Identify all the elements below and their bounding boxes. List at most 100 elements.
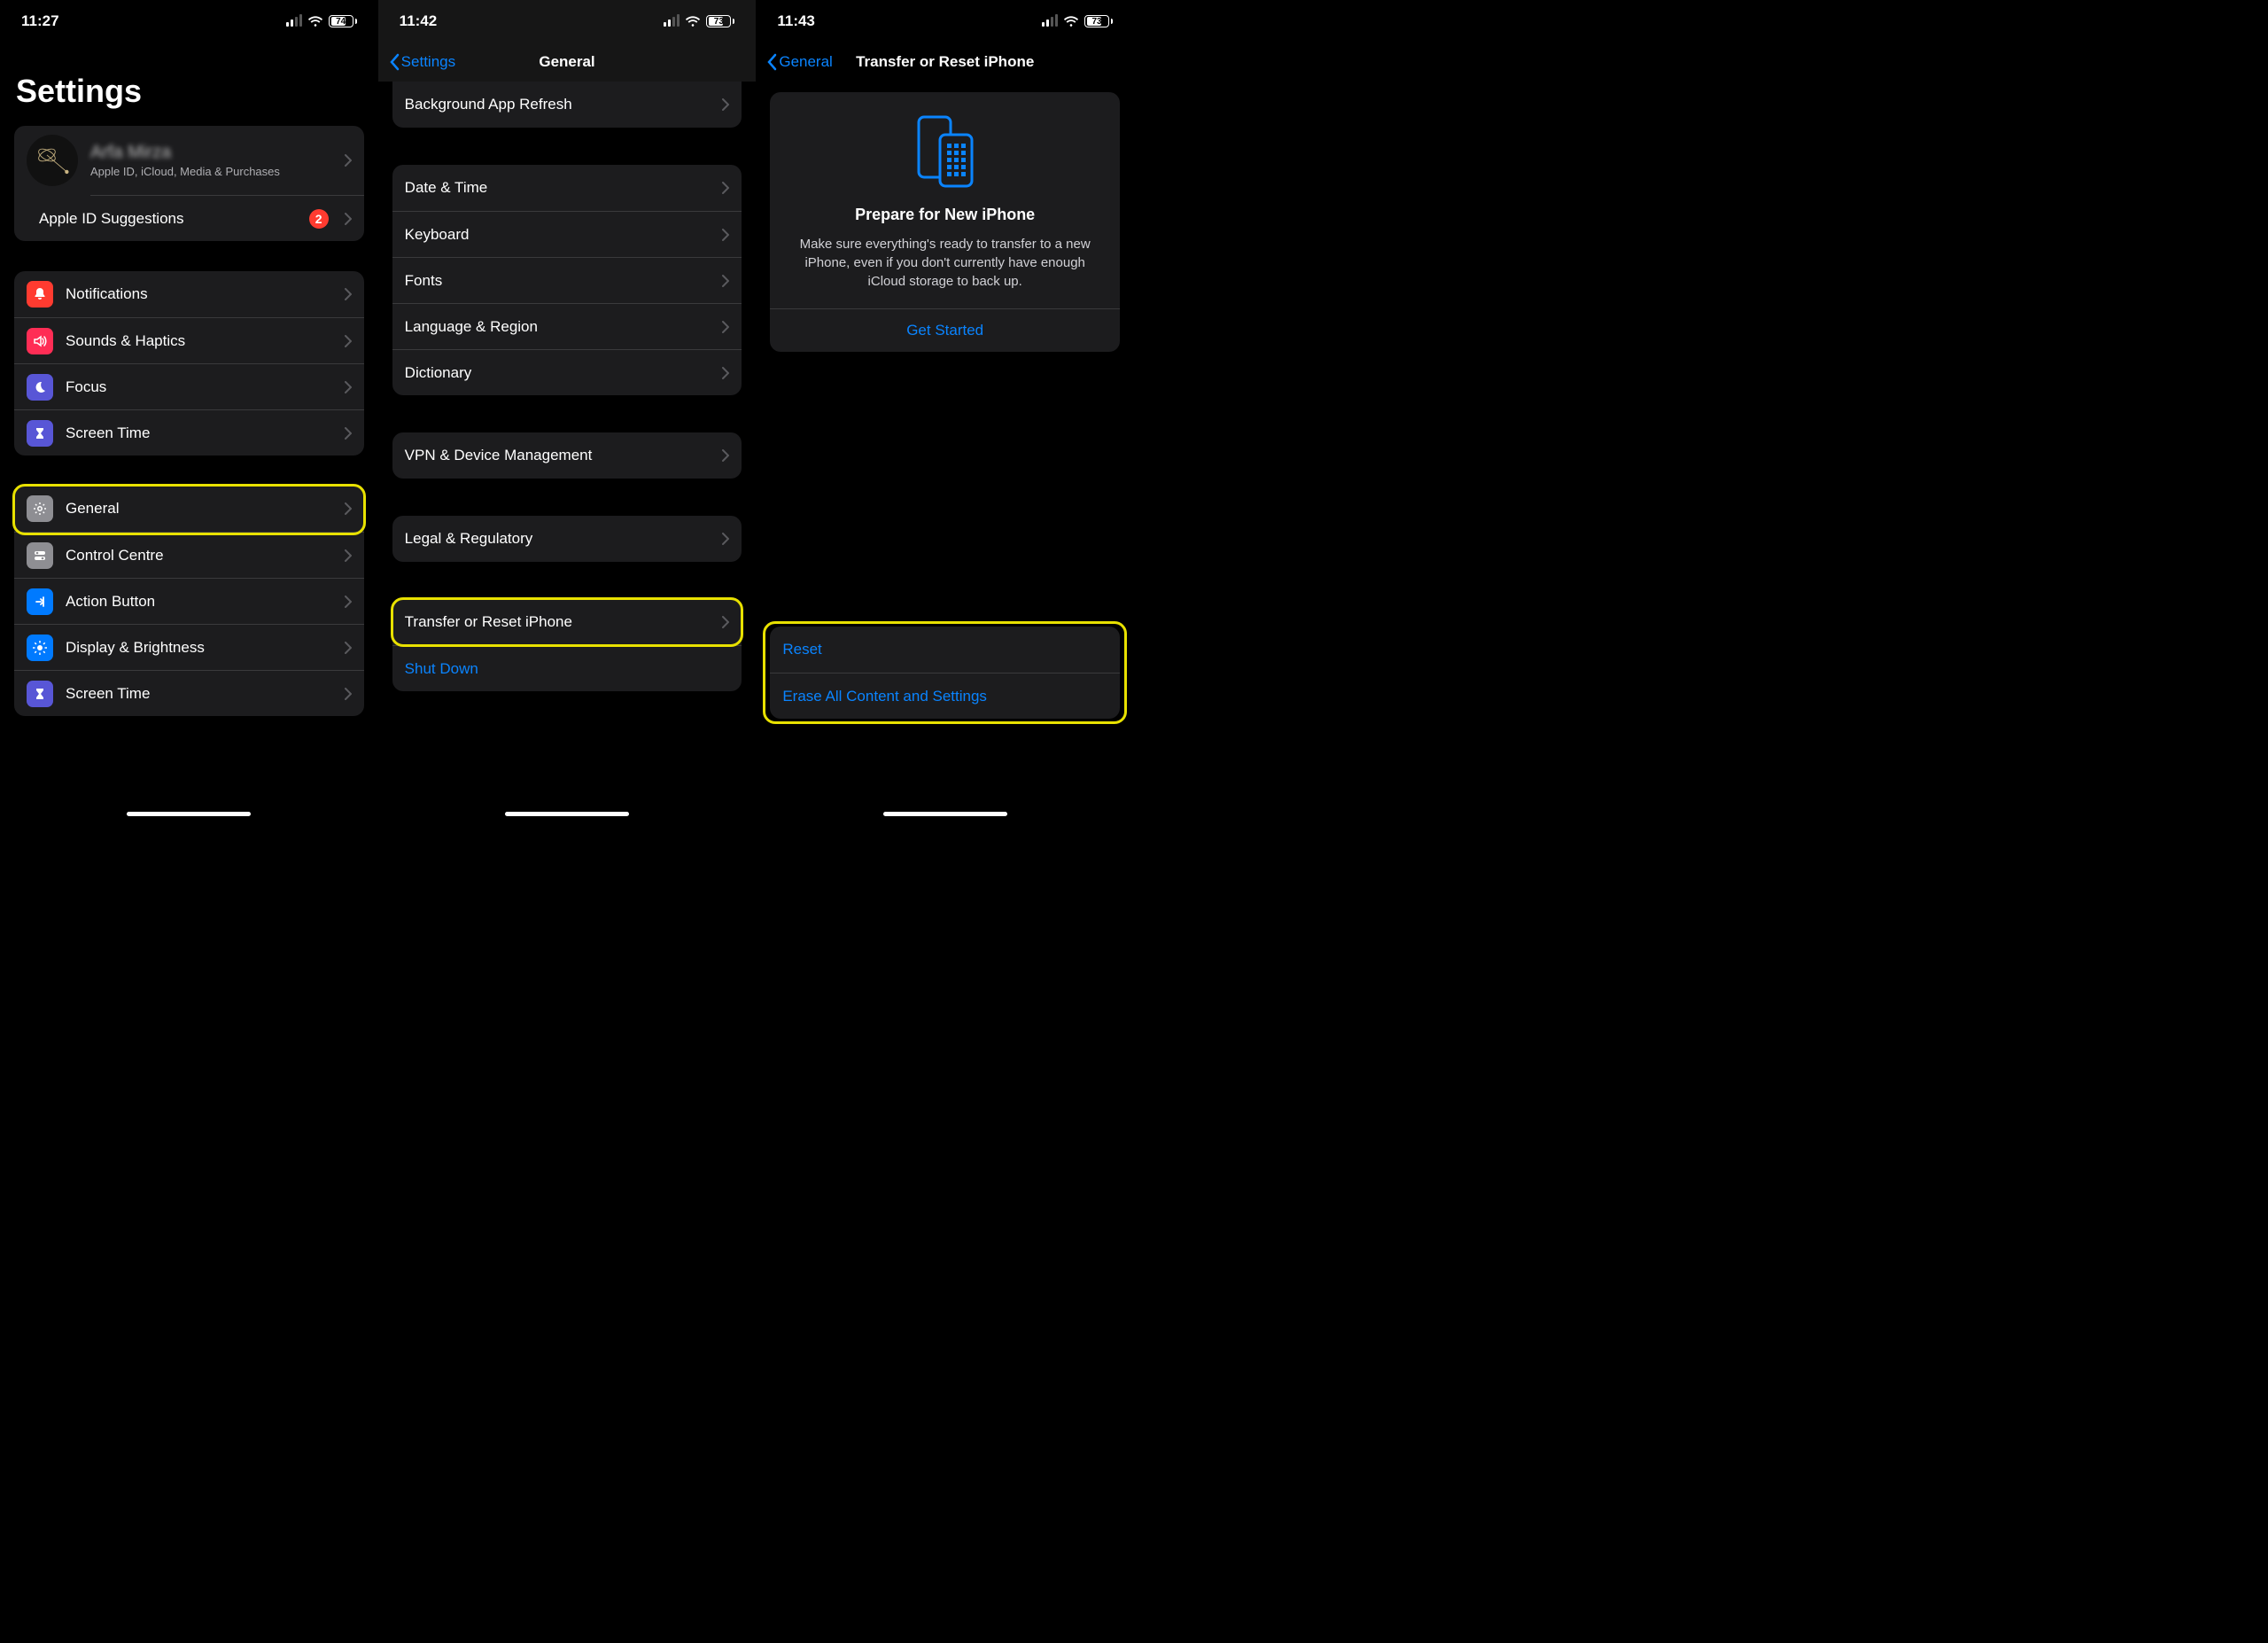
brightness-icon <box>27 635 53 661</box>
bell-icon <box>27 281 53 308</box>
status-time: 11:42 <box>400 12 438 30</box>
row-reset[interactable]: Reset <box>770 627 1120 673</box>
switches-icon <box>27 542 53 569</box>
row-fonts[interactable]: Fonts <box>392 257 742 303</box>
row-dictionary[interactable]: Dictionary <box>392 349 742 395</box>
chevron-right-icon <box>345 381 352 393</box>
status-time: 11:43 <box>777 12 815 30</box>
nav-bar: Settings General <box>378 43 757 82</box>
status-bar: 11:27 74 <box>0 0 378 43</box>
row-label: Erase All Content and Settings <box>782 688 1107 705</box>
chevron-right-icon <box>345 154 352 167</box>
reset-actions-group: Reset Erase All Content and Settings <box>770 627 1120 719</box>
profile-row[interactable]: Arfa Mirza Apple ID, iCloud, Media & Pur… <box>14 126 364 195</box>
general-group-1: Date & Time Keyboard Fonts Language & Regio… <box>392 165 742 395</box>
general-group-2: VPN & Device Management <box>392 432 742 479</box>
row-label: Display & Brightness <box>66 639 332 657</box>
moon-icon <box>27 374 53 401</box>
row-label: Sounds & Haptics <box>66 332 332 350</box>
action-icon <box>27 588 53 615</box>
chevron-right-icon <box>722 229 729 241</box>
settings-row-general[interactable]: General <box>14 486 364 532</box>
row-vpn-device-management[interactable]: VPN & Device Management <box>392 432 742 479</box>
settings-group-1: Notifications Sounds & Haptics Focus Screen… <box>14 271 364 456</box>
row-label: Action Button <box>66 593 332 611</box>
gear-icon <box>27 495 53 522</box>
row-date-time[interactable]: Date & Time <box>392 165 742 211</box>
row-shut-down[interactable]: Shut Down <box>392 645 742 691</box>
nav-title: Transfer or Reset iPhone <box>756 53 1134 71</box>
chevron-right-icon <box>722 367 729 379</box>
chevron-right-icon <box>345 549 352 562</box>
row-label: Legal & Regulatory <box>405 530 711 548</box>
chevron-right-icon <box>722 182 729 194</box>
get-started-button[interactable]: Get Started <box>770 308 1120 352</box>
chevron-right-icon <box>345 502 352 515</box>
row-label: Transfer or Reset iPhone <box>405 613 711 631</box>
nav-bar: General Transfer or Reset iPhone <box>756 43 1134 82</box>
general-group-top: Background App Refresh <box>392 82 742 128</box>
nav-title: General <box>378 53 757 71</box>
hourglass-icon <box>27 420 53 447</box>
wifi-icon <box>307 15 323 27</box>
avatar <box>27 135 78 186</box>
profile-name: Arfa Mirza <box>90 143 332 163</box>
chevron-right-icon <box>345 213 352 225</box>
notification-badge: 2 <box>309 209 329 229</box>
settings-row-focus[interactable]: Focus <box>14 363 364 409</box>
chevron-right-icon <box>345 642 352 654</box>
settings-row-screen-time[interactable]: Screen Time <box>14 670 364 716</box>
chevron-right-icon <box>345 288 352 300</box>
row-label: Fonts <box>405 272 711 290</box>
speaker-icon <box>27 328 53 354</box>
general-screen: 11:42 73 Settings General Background App… <box>378 0 757 822</box>
chevron-right-icon <box>345 335 352 347</box>
status-indicators: 73 <box>1042 15 1113 27</box>
row-transfer-or-reset-iphone[interactable]: Transfer or Reset iPhone <box>392 599 742 645</box>
settings-row-notifications[interactable]: Notifications <box>14 271 364 317</box>
row-label: Notifications <box>66 285 332 303</box>
chevron-right-icon <box>722 616 729 628</box>
page-title: Settings <box>0 43 378 126</box>
home-indicator[interactable] <box>883 812 1007 816</box>
settings-row-screen-time[interactable]: Screen Time <box>14 409 364 456</box>
chevron-right-icon <box>345 688 352 700</box>
settings-group-2: General Control Centre Action Button Displa… <box>14 486 364 716</box>
row-language-region[interactable]: Language & Region <box>392 303 742 349</box>
settings-row-display-brightness[interactable]: Display & Brightness <box>14 624 364 670</box>
battery-indicator: 74 <box>329 15 357 27</box>
battery-indicator: 73 <box>706 15 734 27</box>
row-keyboard[interactable]: Keyboard <box>392 211 742 257</box>
row-label: Shut Down <box>405 660 730 678</box>
home-indicator[interactable] <box>127 812 251 816</box>
status-bar: 11:42 73 <box>378 0 757 43</box>
settings-row-control-centre[interactable]: Control Centre <box>14 532 364 578</box>
home-indicator[interactable] <box>505 812 629 816</box>
chevron-right-icon <box>722 275 729 287</box>
row-label: Dictionary <box>405 364 711 382</box>
chevron-right-icon <box>345 596 352 608</box>
settings-row-sounds-haptics[interactable]: Sounds & Haptics <box>14 317 364 363</box>
row-label: Background App Refresh <box>405 96 711 113</box>
settings-screen: 11:27 74 Settings Arfa Mirza <box>0 0 378 822</box>
transfer-reset-screen: 11:43 73 General Transfer or Reset iPhon… <box>756 0 1134 822</box>
apple-id-suggestions-row[interactable]: Apple ID Suggestions 2 <box>90 195 364 241</box>
prepare-card: Prepare for New iPhone Make sure everyth… <box>770 92 1120 352</box>
row-legal-regulatory[interactable]: Legal & Regulatory <box>392 516 742 562</box>
card-body: Make sure everything's ready to transfer… <box>786 235 1104 291</box>
battery-indicator: 73 <box>1084 15 1113 27</box>
settings-row-action-button[interactable]: Action Button <box>14 578 364 624</box>
cellular-icon <box>1042 16 1058 27</box>
row-erase-all-content-and-settings[interactable]: Erase All Content and Settings <box>770 673 1120 719</box>
chevron-right-icon <box>722 449 729 462</box>
row-label: Date & Time <box>405 179 711 197</box>
chevron-right-icon <box>345 427 352 440</box>
row-label: Control Centre <box>66 547 332 565</box>
cellular-icon <box>286 16 302 27</box>
chevron-right-icon <box>722 533 729 545</box>
profile-group: Arfa Mirza Apple ID, iCloud, Media & Pur… <box>14 126 364 241</box>
row-label: Screen Time <box>66 424 332 442</box>
row-background-app-refresh[interactable]: Background App Refresh <box>392 82 742 128</box>
status-indicators: 73 <box>664 15 734 27</box>
transfer-devices-icon <box>786 113 1104 190</box>
